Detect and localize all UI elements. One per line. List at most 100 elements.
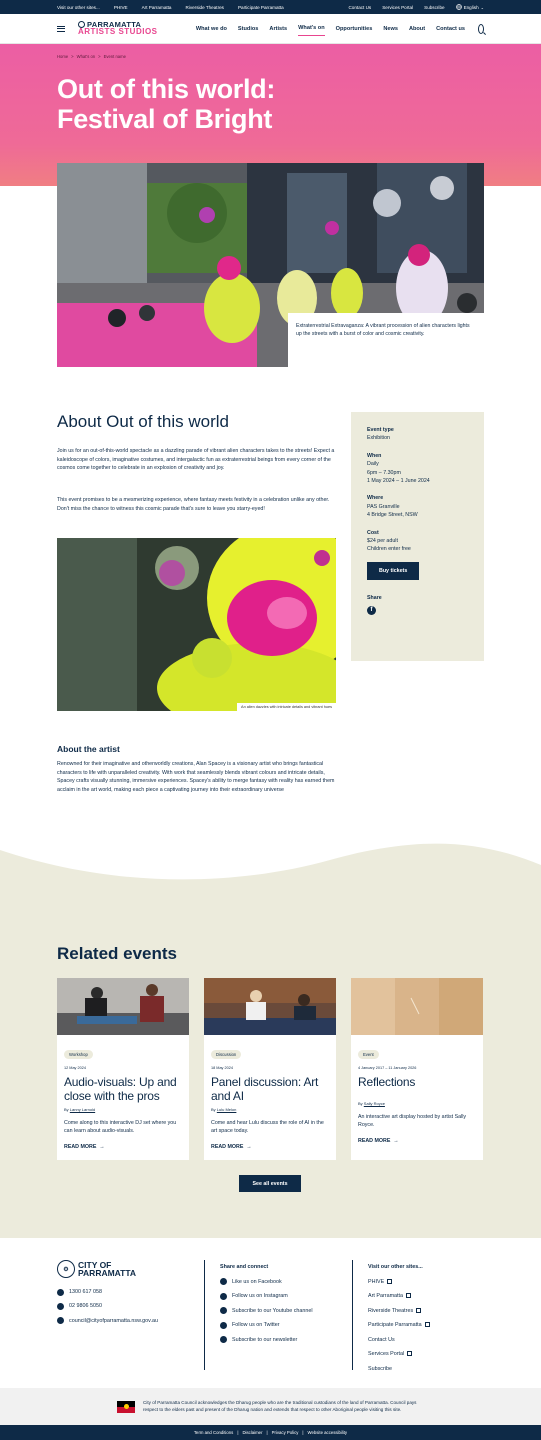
utility-bar: Visit our other sites... PHIVE Art Parra… xyxy=(0,0,541,14)
newsletter-icon xyxy=(220,1336,227,1344)
footer-site-phive[interactable]: PHIVE xyxy=(368,1279,384,1285)
menu-icon[interactable] xyxy=(57,25,65,32)
footer-email[interactable]: council@cityofparramatta.nsw.gov.au xyxy=(69,1314,158,1328)
breadcrumb-home[interactable]: Home xyxy=(57,54,68,59)
council-logo-line-2: PARRAMATTA xyxy=(78,1268,137,1278)
footer-site-contact[interactable]: Contact Us xyxy=(368,1337,395,1343)
utility-link-riverside[interactable]: Riverside Theatres xyxy=(185,5,223,10)
chevron-down-icon: ⌄ xyxy=(480,4,484,10)
footer-site-riverside[interactable]: Riverside Theatres xyxy=(368,1308,413,1314)
footer-link-facebook[interactable]: Like us on Facebook xyxy=(232,1275,282,1290)
phone-icon xyxy=(57,1288,64,1296)
footer-contact: 1300 617 058 02 9806 5050 council@cityof… xyxy=(57,1285,158,1328)
footer-divider xyxy=(352,1260,353,1370)
about-artist-text: Renowned for their imaginative and other… xyxy=(57,761,335,793)
card-title[interactable]: Audio-visuals: Up and close with the pro… xyxy=(64,1075,182,1103)
event-card[interactable]: Discussion 18 May 2024 Panel discussion:… xyxy=(204,978,336,1160)
twitter-icon xyxy=(220,1321,227,1329)
legal-disclaimer[interactable]: Disclaimer xyxy=(242,1430,262,1435)
facebook-icon xyxy=(220,1278,227,1286)
instagram-icon xyxy=(220,1292,227,1300)
breadcrumb-separator: > xyxy=(98,54,101,59)
buy-tickets-button[interactable]: Buy tickets xyxy=(367,561,420,581)
nav-about[interactable]: About xyxy=(409,22,425,36)
card-author[interactable]: Lulu Melon xyxy=(217,1107,237,1112)
card-description: Come along to this interactive DJ set wh… xyxy=(64,1120,177,1134)
footer-site-participate[interactable]: Participate Parramatta xyxy=(368,1322,422,1328)
site-header: PARRAMATTA ARTISTS STUDIOS What we do St… xyxy=(0,14,541,44)
footer-site-subscribe[interactable]: Subscribe xyxy=(368,1366,392,1372)
footer-site-art-parramatta[interactable]: Art Parramatta xyxy=(368,1293,403,1299)
site-logo[interactable]: PARRAMATTA ARTISTS STUDIOS xyxy=(78,21,158,37)
about-paragraph-2: This event promises to be a mesmerizing … xyxy=(57,497,330,512)
external-link-icon xyxy=(387,1278,393,1284)
event-card[interactable]: Event 4 January 2017 – 11 January 2026 R… xyxy=(351,978,483,1160)
breadcrumb-whats-on[interactable]: What's on xyxy=(77,54,96,59)
council-crest-icon: ⚙ xyxy=(57,1260,75,1278)
card-description: An interactive art display hosted by art… xyxy=(358,1114,467,1128)
legal-bar: Term and Conditions | Disclaimer | Priva… xyxy=(0,1425,541,1440)
footer-link-instagram[interactable]: Follow us on Instagram xyxy=(232,1289,288,1304)
footer-sites-column: Visit our other sites... PHIVE Art Parra… xyxy=(368,1260,430,1376)
utility-link-participate[interactable]: Participate Parramatta xyxy=(238,5,284,10)
utility-right-links: Contact Us Services Portal Subscribe Eng… xyxy=(348,4,484,10)
read-more-label: READ MORE xyxy=(64,1144,97,1150)
card-image xyxy=(204,978,336,1035)
utility-link-services[interactable]: Services Portal xyxy=(382,5,413,10)
council-logo[interactable]: ⚙ CITY OF PARRAMATTA xyxy=(57,1260,136,1278)
arrow-right-icon: → xyxy=(246,1144,252,1150)
read-more-label: READ MORE xyxy=(211,1144,244,1150)
site-footer: ⚙ CITY OF PARRAMATTA 1300 617 058 02 9806… xyxy=(0,1238,541,1388)
nav-whats-on[interactable]: What's on xyxy=(298,21,325,36)
footer-link-youtube[interactable]: Subscribe to our Youtube channel xyxy=(232,1304,313,1319)
where-label: Where xyxy=(367,495,384,502)
alien-photo xyxy=(57,538,336,711)
read-more-link[interactable]: READ MORE → xyxy=(64,1144,182,1150)
read-more-link[interactable]: READ MORE → xyxy=(211,1144,329,1150)
when-label: When xyxy=(367,452,382,459)
nav-what-we-do[interactable]: What we do xyxy=(196,22,227,36)
when-frequency: Daily xyxy=(367,461,379,468)
footer-link-twitter[interactable]: Follow us on Twitter xyxy=(232,1318,280,1333)
nav-studios[interactable]: Studios xyxy=(238,22,259,36)
nav-news[interactable]: News xyxy=(383,22,398,36)
event-card[interactable]: Workshop 12 May 2024 Audio-visuals: Up a… xyxy=(57,978,189,1160)
nav-artists[interactable]: Artists xyxy=(269,22,287,36)
aboriginal-flag-icon xyxy=(117,1400,135,1413)
when-dates: 1 May 2024 – 1 June 2024 xyxy=(367,478,430,485)
legal-privacy[interactable]: Privacy Policy xyxy=(272,1430,299,1435)
card-by-label: By xyxy=(64,1107,69,1112)
alien-image-caption: An alien dazzles with intricate details … xyxy=(237,703,336,711)
card-title[interactable]: Reflections xyxy=(358,1075,476,1097)
card-title[interactable]: Panel discussion: Art and AI xyxy=(211,1075,329,1103)
footer-phone-2[interactable]: 02 9806 5050 xyxy=(69,1299,102,1313)
language-label: English xyxy=(463,4,479,10)
legal-separator: | xyxy=(237,1430,239,1435)
search-icon[interactable] xyxy=(478,23,484,34)
utility-link-subscribe[interactable]: Subscribe xyxy=(424,5,444,10)
read-more-link[interactable]: READ MORE → xyxy=(358,1138,476,1144)
cost-adult: $24 per adult xyxy=(367,538,398,545)
language-selector[interactable]: English ⌄ xyxy=(455,4,484,10)
nav-contact-us[interactable]: Contact us xyxy=(436,22,465,36)
about-heading: About Out of this world xyxy=(57,412,229,431)
see-all-events-button[interactable]: See all events xyxy=(239,1175,301,1192)
utility-link-contact[interactable]: Contact Us xyxy=(348,5,371,10)
card-author[interactable]: Lanny Larnold xyxy=(70,1107,95,1112)
page-title: Out of this world: Festival of Bright xyxy=(57,74,276,134)
facebook-icon[interactable]: f xyxy=(367,605,376,615)
globe-icon xyxy=(455,4,462,10)
utility-link-phive[interactable]: PHIVE xyxy=(114,5,128,10)
read-more-label: READ MORE xyxy=(358,1138,391,1144)
nav-opportunities[interactable]: Opportunities xyxy=(336,22,373,36)
legal-terms[interactable]: Term and Conditions xyxy=(194,1430,233,1435)
event-type-value: Exhibition xyxy=(367,435,390,442)
footer-link-newsletter[interactable]: Subscribe to our newsletter xyxy=(232,1333,297,1348)
card-date: 12 May 2024 xyxy=(64,1066,86,1070)
footer-phone-1[interactable]: 1300 617 058 xyxy=(69,1285,102,1299)
utility-link-art-parramatta[interactable]: Art Parramatta xyxy=(142,5,172,10)
legal-accessibility[interactable]: Website accessibility xyxy=(308,1430,348,1435)
alien-closeup-image: An alien dazzles with intricate details … xyxy=(57,538,336,711)
footer-site-services[interactable]: Services Portal xyxy=(368,1351,404,1357)
card-author[interactable]: Sally Royce xyxy=(364,1101,385,1106)
